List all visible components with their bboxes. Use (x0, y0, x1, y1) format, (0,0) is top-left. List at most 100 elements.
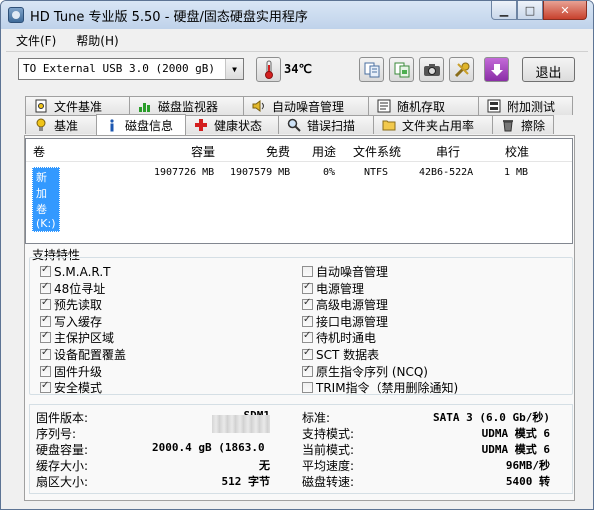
feature-label: 原生指令序列 (NCQ) (316, 364, 428, 379)
toolbar-divider (6, 51, 588, 52)
disk-monitor-icon (138, 99, 152, 113)
options-button[interactable] (449, 57, 474, 82)
tab-erase[interactable]: 擦除 (492, 115, 554, 134)
menu-bar: 文件(F) 帮助(H) (6, 30, 588, 50)
sector-label: 扇区大小: (36, 475, 89, 489)
feature-checkbox[interactable]: 写入缓存 (40, 314, 102, 329)
volume-list[interactable]: 卷 容量 免费 用途 文件系统 串行 校准 新加卷 (K:) 1907726 M… (25, 138, 573, 244)
feature-checkbox[interactable]: 高级电源管理 (302, 297, 388, 312)
tab-noise-management[interactable]: 自动噪音管理 (243, 96, 369, 115)
copy-info-button[interactable] (389, 57, 414, 82)
minimize-button[interactable]: ▁ (491, 1, 517, 20)
temperature-button[interactable] (256, 57, 281, 82)
checkbox[interactable] (302, 314, 313, 327)
checkbox[interactable] (302, 364, 313, 377)
column-header-usage[interactable]: 用途 (312, 143, 336, 160)
feature-label: 待机时通电 (316, 331, 377, 346)
column-header-free[interactable]: 免费 (266, 143, 290, 160)
feature-checkbox[interactable]: 固件升级 (40, 364, 102, 379)
copy-text-icon (364, 62, 379, 77)
feature-checkbox[interactable]: 48位寻址 (40, 281, 105, 296)
cache-label: 缓存大小: (36, 459, 89, 473)
checkbox[interactable] (302, 330, 313, 344)
tab-disk-info[interactable]: 磁盘信息 (96, 114, 186, 135)
feature-checkbox[interactable]: 电源管理 (302, 281, 364, 296)
temperature-readout: 34℃ (284, 62, 312, 76)
tab-label: 错误扫描 (307, 118, 356, 133)
close-button[interactable]: ✕ (543, 1, 587, 20)
tab-health[interactable]: 健康状态 (185, 115, 279, 134)
tab-error-scan[interactable]: 错误扫描 (278, 115, 374, 134)
minimize-icon: ▁ (499, 3, 509, 17)
feature-label: S.M.A.R.T (54, 264, 111, 279)
checkbox[interactable] (302, 297, 313, 311)
feature-label: TRIM指令（禁用删除通知) (316, 381, 459, 396)
chevron-down-icon[interactable]: ▼ (225, 59, 243, 79)
info-icon (105, 118, 119, 132)
feature-label: 接口电源管理 (316, 314, 389, 329)
checkbox[interactable] (40, 330, 51, 344)
menu-file[interactable]: 文件(F) (6, 30, 66, 50)
volume-capacity: 1907726 MB (154, 167, 215, 178)
tab-label: 磁盘信息 (125, 118, 174, 133)
random-access-icon (377, 99, 391, 113)
checkbox[interactable] (302, 347, 313, 360)
feature-label: 设备配置覆盖 (54, 348, 127, 362)
screenshot-button[interactable] (419, 57, 444, 82)
copy-text-button[interactable] (359, 57, 384, 82)
tab-benchmark[interactable]: 基准 (25, 115, 97, 134)
volume-list-header: 卷 容量 免费 用途 文件系统 串行 校准 (26, 139, 572, 162)
checkbox[interactable] (40, 264, 51, 277)
column-header-alignment[interactable]: 校准 (505, 143, 529, 160)
exit-button[interactable]: 退出 (522, 57, 575, 82)
column-header-volume[interactable]: 卷 (33, 143, 45, 160)
feature-checkbox[interactable]: 接口电源管理 (302, 314, 388, 329)
cache-value: 无 (259, 459, 270, 472)
column-header-serial[interactable]: 串行 (436, 143, 460, 160)
checkbox[interactable] (302, 266, 313, 277)
feature-checkbox[interactable]: 预先读取 (40, 297, 102, 312)
feature-checkbox[interactable]: 主保护区域 (40, 330, 114, 345)
checkbox[interactable] (40, 347, 51, 360)
folder-icon (382, 118, 396, 132)
checkbox[interactable] (40, 380, 51, 394)
menu-help[interactable]: 帮助(H) (66, 30, 128, 50)
feature-checkbox[interactable]: 设备配置覆盖 (40, 347, 126, 362)
feature-checkbox[interactable]: 安全模式 (40, 380, 102, 395)
checkbox[interactable] (40, 314, 51, 327)
tab-disk-monitor[interactable]: 磁盘监视器 (129, 96, 244, 115)
maximize-button[interactable]: □ (517, 1, 543, 20)
rotation-label: 磁盘转速: (302, 475, 355, 489)
supported-mode-value: UDMA 模式 6 (481, 427, 550, 440)
feature-label: 48位寻址 (54, 281, 106, 296)
checkbox[interactable] (302, 382, 313, 394)
feature-checkbox[interactable]: TRIM指令（禁用删除通知) (302, 380, 458, 395)
current-mode-label: 当前模式: (302, 443, 355, 457)
checkbox[interactable] (40, 364, 51, 377)
volume-serial: 42B6-522A (419, 167, 474, 178)
tab-random-access[interactable]: 随机存取 (368, 96, 479, 115)
benchmark-icon (34, 118, 48, 132)
standard-value: SATA 3 (6.0 Gb/秒) (433, 411, 550, 424)
download-arrow-icon (490, 63, 503, 76)
tab-row-2: 基准 磁盘信息 健康状态 错误扫描 文件夹占用率 擦除 (25, 114, 554, 135)
feature-checkbox[interactable]: SCT 数据表 (302, 347, 379, 362)
checkbox[interactable] (40, 297, 51, 311)
feature-checkbox[interactable]: 待机时通电 (302, 330, 376, 345)
tab-folder-usage[interactable]: 文件夹占用率 (373, 115, 493, 134)
app-window: HD Tune 专业版 5.50 - 硬盘/固态硬盘实用程序 ▁ □ ✕ 文件(… (0, 0, 594, 510)
column-header-filesystem[interactable]: 文件系统 (353, 143, 401, 160)
table-row[interactable]: 新加卷 (K:) 1907726 MB 1907579 MB 0% NTFS 4… (26, 165, 572, 232)
column-header-capacity[interactable]: 容量 (191, 143, 215, 160)
tab-file-benchmark[interactable]: 文件基准 (25, 96, 130, 115)
feature-checkbox[interactable]: S.M.A.R.T (40, 264, 110, 279)
feature-checkbox[interactable]: 原生指令序列 (NCQ) (302, 364, 428, 379)
tab-extra-tests[interactable]: 附加测试 (478, 96, 573, 115)
checkbox[interactable] (40, 281, 51, 294)
drive-select[interactable]: TO External USB 3.0 (2000 gB) ▼ (18, 58, 244, 80)
download-button[interactable] (484, 57, 509, 82)
checkbox[interactable] (302, 281, 313, 294)
serial-value-redacted (212, 415, 270, 433)
erase-icon (501, 118, 515, 132)
feature-checkbox[interactable]: 自动噪音管理 (302, 264, 388, 279)
